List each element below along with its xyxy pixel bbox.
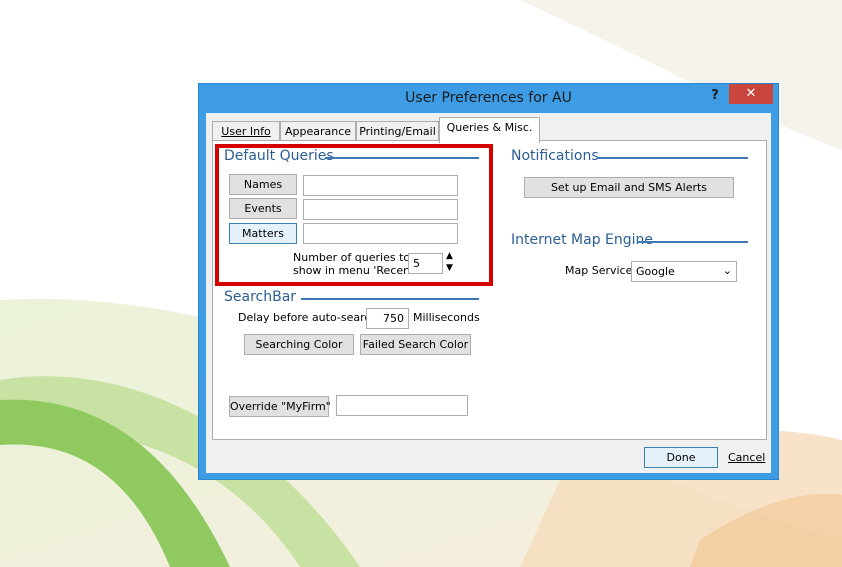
cancel-button[interactable]: Cancel: [728, 451, 765, 464]
delay-unit-label: Milliseconds: [413, 311, 480, 324]
annotation-highlight-box: [215, 144, 493, 286]
delay-field[interactable]: 750: [366, 308, 409, 329]
tab-printing-email[interactable]: Printing/Email: [356, 121, 439, 141]
delay-label: Delay before auto-search: [238, 311, 378, 324]
tab-label: Printing/Email: [359, 125, 436, 138]
failed-search-color-button[interactable]: Failed Search Color: [360, 334, 471, 355]
tab-label: Appearance: [284, 125, 352, 138]
override-myfirm-field[interactable]: [336, 395, 468, 416]
map-service-value: Google: [636, 265, 675, 278]
chevron-down-icon: ⌄: [722, 264, 732, 277]
close-button[interactable]: ✕: [729, 84, 773, 104]
tab-queries-misc[interactable]: Queries & Misc.: [439, 117, 540, 143]
map-engine-heading: Internet Map Engine: [511, 232, 654, 248]
help-button[interactable]: ?: [703, 87, 727, 105]
done-button[interactable]: Done: [644, 447, 718, 468]
searchbar-heading: SearchBar: [224, 289, 297, 305]
divider: [637, 241, 748, 243]
title-bar: User Preferences for AU ? ✕: [199, 84, 778, 112]
tab-label: User Info: [221, 125, 271, 138]
map-service-select[interactable]: Google ⌄: [631, 261, 737, 282]
override-myfirm-button[interactable]: Override "MyFirm": [229, 396, 331, 417]
tab-user-info[interactable]: User Info: [212, 121, 280, 141]
setup-alerts-button[interactable]: Set up Email and SMS Alerts: [524, 177, 734, 198]
window-title: User Preferences for AU: [405, 90, 572, 106]
searching-color-button[interactable]: Searching Color: [244, 334, 354, 355]
map-service-label: Map Service:: [565, 264, 637, 277]
tab-appearance[interactable]: Appearance: [280, 121, 356, 141]
notifications-heading: Notifications: [511, 148, 599, 164]
tab-label: Queries & Misc.: [446, 121, 533, 134]
divider: [597, 157, 748, 159]
divider: [301, 298, 479, 300]
